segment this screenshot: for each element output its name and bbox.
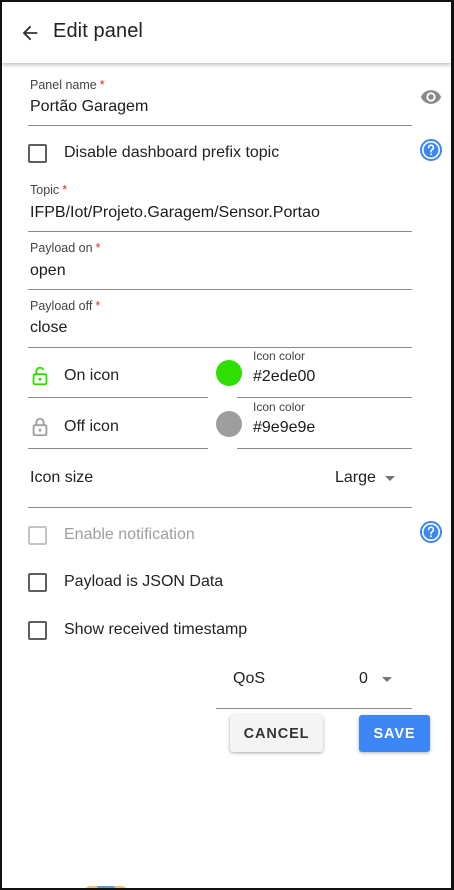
enable-notification-checkbox — [28, 525, 47, 545]
icon-size-select[interactable]: Large — [335, 469, 395, 487]
arrow-back-icon — [22, 25, 38, 41]
app-bar: Edit panel — [2, 2, 451, 63]
panel-name-label: Panel name — [30, 78, 97, 92]
divider — [28, 507, 412, 508]
qos-value: 0 — [359, 670, 368, 687]
payload-off-label: Payload off — [30, 299, 93, 313]
off-icon-label: Off icon — [64, 417, 119, 435]
qos-select[interactable]: QoS 0 — [216, 657, 412, 709]
qos-label: QoS — [233, 670, 266, 687]
back-button[interactable] — [16, 19, 44, 47]
icon-size-row: Icon size — [30, 469, 93, 487]
payload-off-input[interactable]: close — [30, 319, 67, 337]
required-marker: * — [99, 78, 105, 92]
app-thumbnail — [85, 886, 127, 888]
icon-size-label: Icon size — [30, 469, 94, 486]
required-marker: * — [95, 299, 101, 313]
show-timestamp-label: Show received timestamp — [64, 621, 248, 638]
panel-name-input[interactable]: Portão Garagem — [30, 98, 148, 116]
payload-json-label: Payload is JSON Data — [64, 573, 224, 590]
enable-notification-label: Enable notification — [64, 526, 195, 543]
off-icon-color-input[interactable]: #9e9e9e — [253, 419, 315, 437]
off-icon-select[interactable]: Off icon — [28, 405, 208, 449]
off-icon-color-field[interactable]: Icon color #9e9e9e — [237, 399, 412, 449]
off-icon-color-label: Icon color — [253, 400, 306, 414]
required-marker: * — [62, 183, 68, 197]
on-icon-color-input[interactable]: #2ede00 — [253, 368, 315, 386]
save-button[interactable]: SAVE — [359, 715, 430, 752]
on-icon-color-label: Icon color — [253, 349, 306, 363]
icon-size-value: Large — [335, 469, 376, 486]
payload-on-field[interactable]: Payload on * open — [28, 236, 412, 290]
chevron-down-icon — [384, 475, 395, 481]
edit-panel-screen: Edit panel Panel name * Portão Garagem Di… — [0, 0, 454, 890]
lock-icon — [32, 417, 48, 436]
enable-notification-row: Enable notification — [28, 522, 195, 548]
disable-prefix-row[interactable]: Disable dashboard prefix topic — [28, 140, 279, 166]
topic-field[interactable]: Topic * IFPB/Iot/Projeto.Garagem/Sensor.P… — [28, 178, 412, 232]
payload-json-checkbox[interactable] — [28, 572, 47, 592]
on-icon-select[interactable]: On icon — [28, 354, 208, 398]
on-icon-label: On icon — [64, 366, 120, 384]
on-icon-color-field[interactable]: Icon color #2ede00 — [237, 348, 412, 398]
required-marker: * — [95, 241, 101, 255]
disable-prefix-label: Disable dashboard prefix topic — [64, 144, 280, 161]
help-icon[interactable] — [419, 520, 443, 544]
show-timestamp-row[interactable]: Show received timestamp — [28, 617, 247, 643]
payload-json-row[interactable]: Payload is JSON Data — [28, 569, 223, 595]
panel-name-field[interactable]: Panel name * Portão Garagem — [28, 72, 412, 126]
payload-on-input[interactable]: open — [30, 262, 66, 280]
show-timestamp-checkbox[interactable] — [28, 620, 47, 640]
lock-open-icon — [32, 366, 48, 385]
payload-off-field[interactable]: Payload off * close — [28, 294, 412, 348]
payload-on-label: Payload on — [30, 241, 93, 255]
visibility-icon[interactable] — [420, 86, 442, 108]
chevron-down-icon — [382, 677, 392, 682]
page-title: Edit panel — [53, 20, 143, 42]
topic-label: Topic — [30, 183, 60, 197]
disable-prefix-checkbox[interactable] — [28, 143, 47, 163]
help-icon[interactable] — [419, 138, 443, 162]
topic-input[interactable]: IFPB/Iot/Projeto.Garagem/Sensor.Portao — [30, 204, 320, 222]
cancel-button[interactable]: CANCEL — [230, 715, 323, 752]
